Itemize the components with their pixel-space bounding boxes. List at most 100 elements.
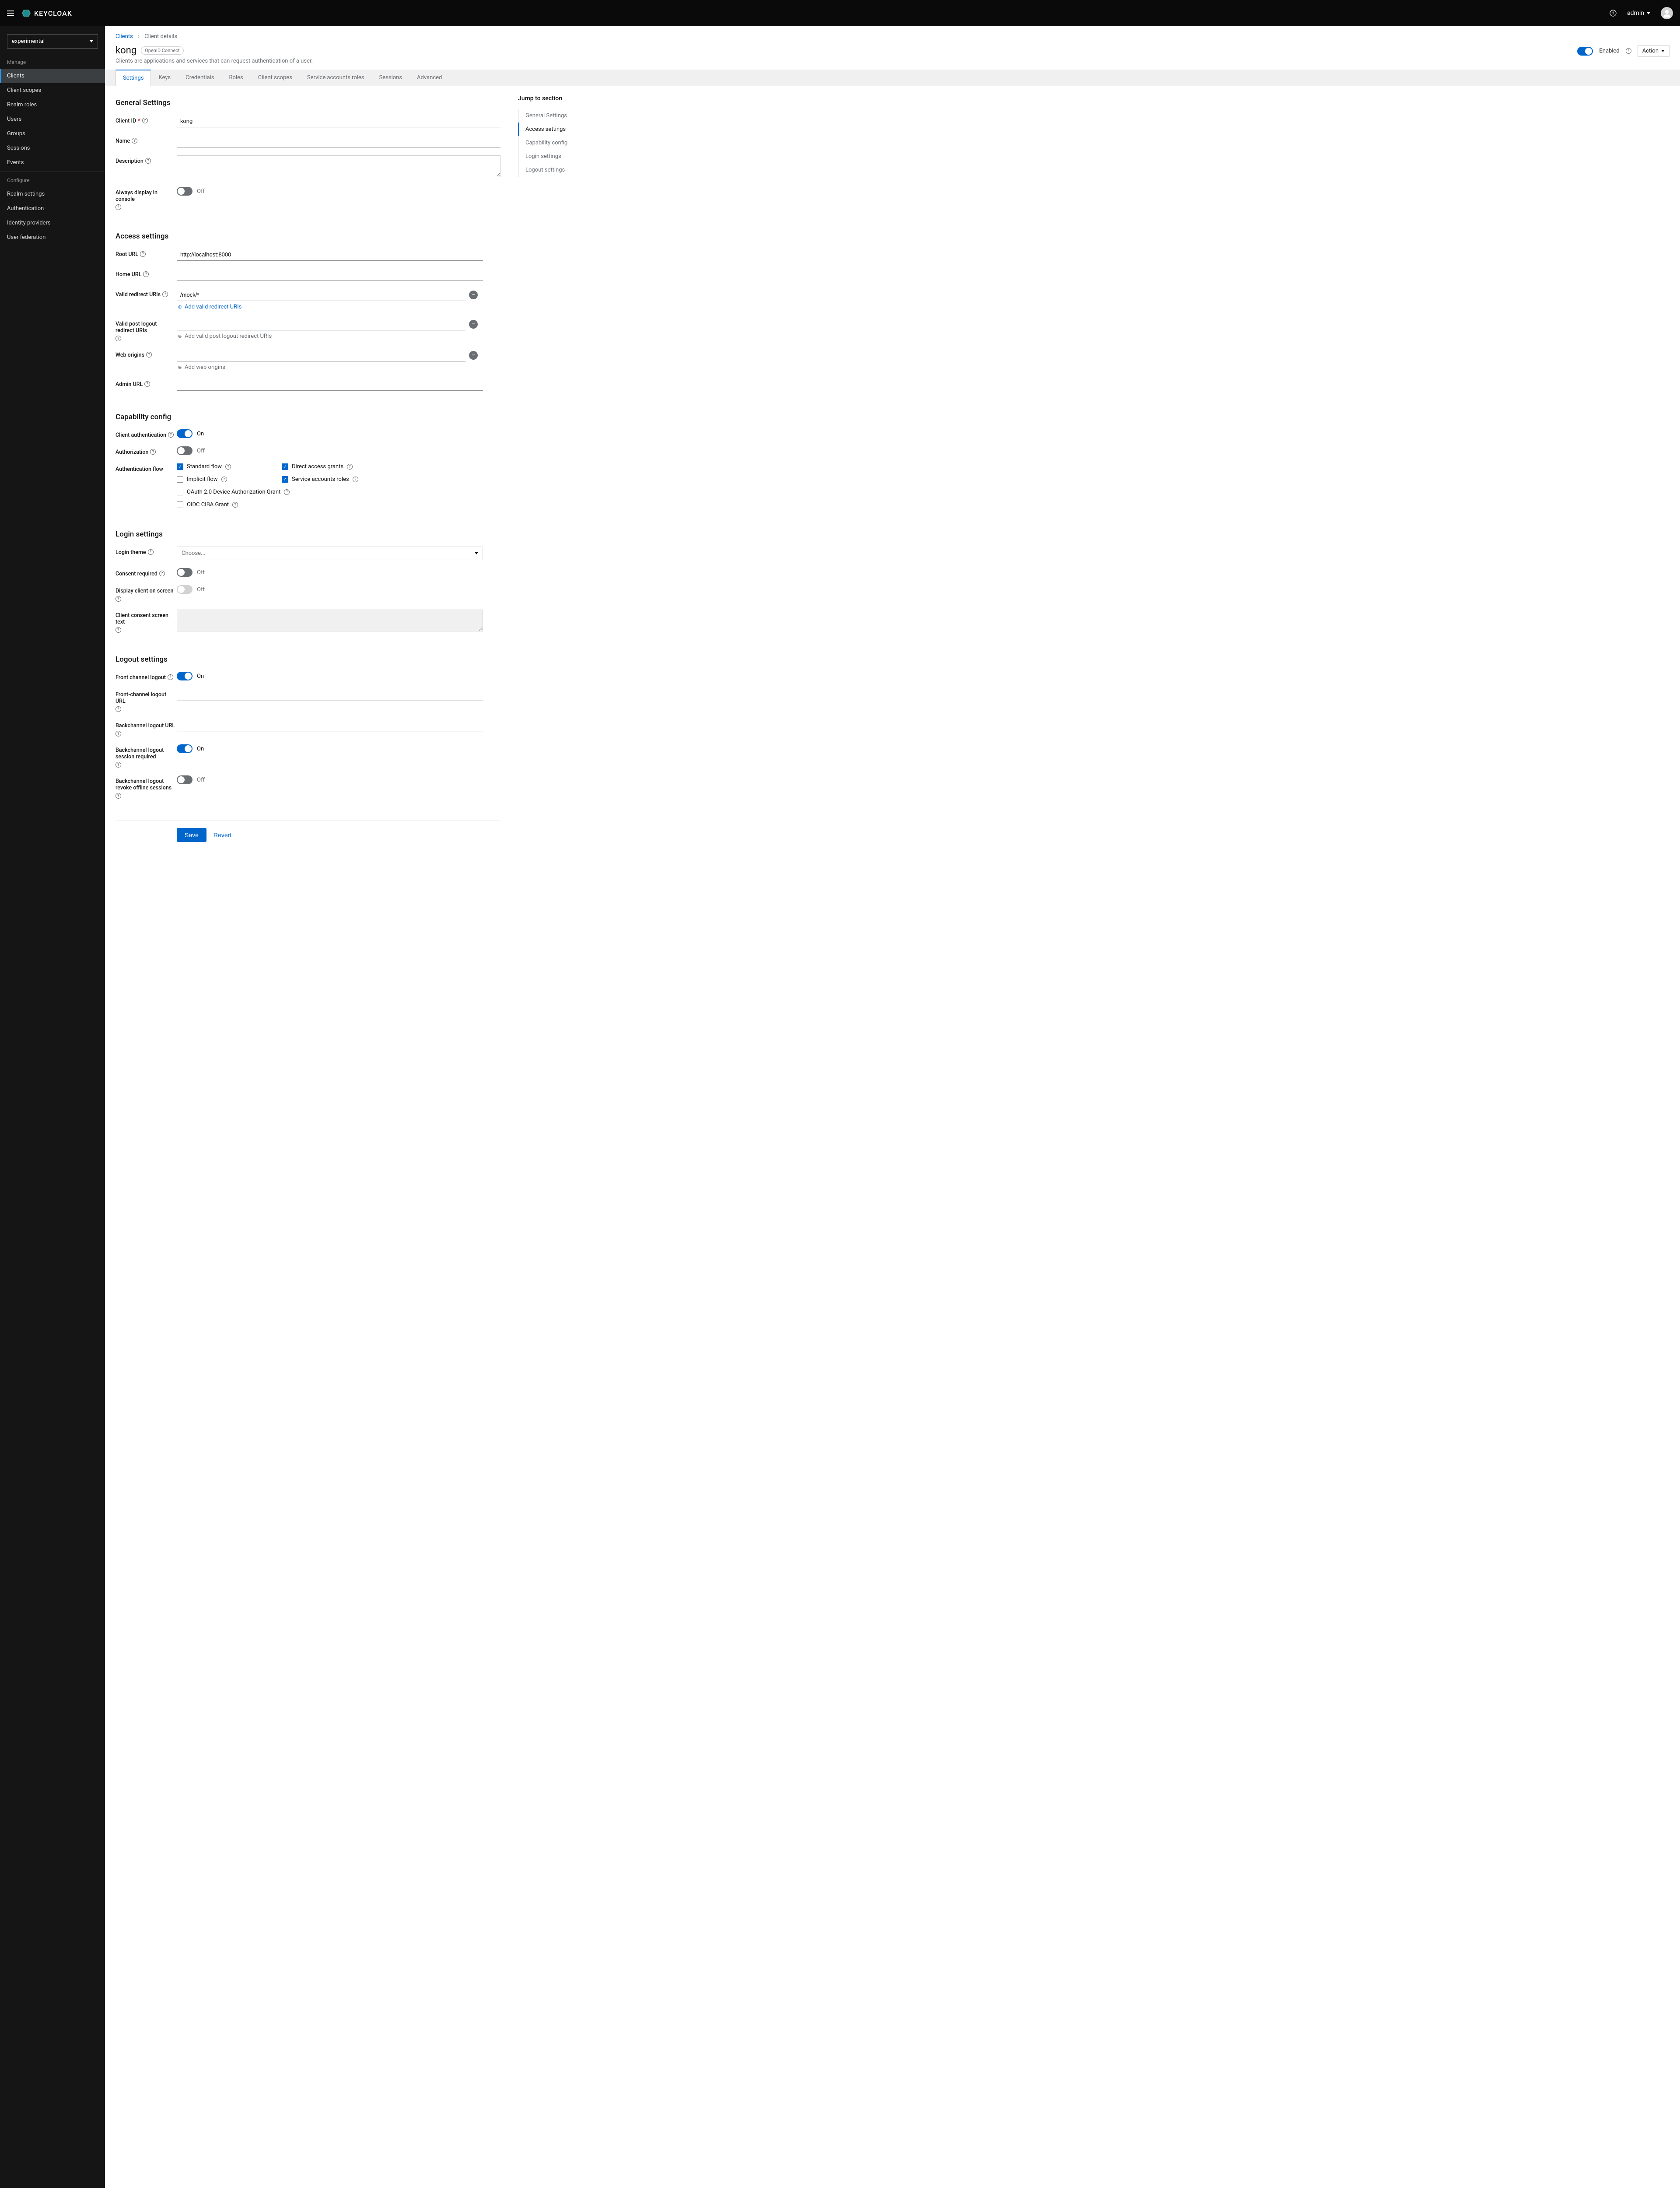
root-url-input[interactable] — [177, 249, 483, 261]
post-logout-uri-input[interactable] — [177, 318, 466, 330]
help-icon[interactable]: ? — [116, 627, 121, 633]
tab-roles[interactable]: Roles — [222, 70, 251, 86]
add-redirect-link[interactable]: ⊕Add valid redirect URIs — [177, 304, 500, 310]
nav-user-federation[interactable]: User federation — [0, 230, 105, 245]
add-web-origins-link[interactable]: ⊕Add web origins — [177, 364, 500, 371]
name-input[interactable] — [177, 135, 500, 147]
nav-groups[interactable]: Groups — [0, 126, 105, 141]
help-icon[interactable]: ? — [148, 549, 154, 555]
realm-selector[interactable]: experimental — [7, 34, 98, 49]
revert-button[interactable]: Revert — [214, 828, 231, 842]
home-url-input[interactable] — [177, 269, 483, 281]
nav-realm-roles[interactable]: Realm roles — [0, 98, 105, 112]
help-icon[interactable]: ? — [146, 352, 152, 358]
tab-service-accounts[interactable]: Service accounts roles — [300, 70, 372, 86]
tab-credentials[interactable]: Credentials — [178, 70, 221, 86]
display-client-toggle[interactable] — [177, 585, 192, 594]
ciba-grant-checkbox[interactable] — [177, 501, 183, 508]
nav-identity-providers[interactable]: Identity providers — [0, 216, 105, 230]
remove-post-logout-button[interactable]: − — [469, 320, 478, 329]
brand-text: KEYCLOAK — [34, 9, 72, 18]
save-button[interactable]: Save — [177, 828, 206, 842]
consent-toggle[interactable] — [177, 568, 192, 577]
help-icon[interactable]: ? — [168, 674, 173, 680]
menu-toggle-icon[interactable] — [7, 11, 14, 16]
backchannel-session-toggle[interactable] — [177, 744, 192, 753]
help-icon[interactable]: ? — [347, 464, 353, 470]
tab-client-scopes[interactable]: Client scopes — [251, 70, 300, 86]
section-title-logout: Logout settings — [116, 655, 500, 664]
tab-settings[interactable]: Settings — [116, 70, 151, 86]
help-icon[interactable]: ? — [116, 762, 121, 768]
nav-authentication[interactable]: Authentication — [0, 201, 105, 216]
enabled-toggle[interactable] — [1577, 47, 1593, 56]
authorization-toggle[interactable] — [177, 446, 192, 455]
jump-logout[interactable]: Logout settings — [518, 163, 606, 177]
front-channel-toggle[interactable] — [177, 672, 192, 680]
service-accounts-checkbox[interactable]: ✓ — [282, 476, 288, 483]
nav-users[interactable]: Users — [0, 112, 105, 126]
top-header: KEYCLOAK ? admin — [0, 0, 1680, 26]
breadcrumb-clients[interactable]: Clients — [116, 33, 133, 40]
help-icon[interactable]: ? — [116, 204, 121, 210]
help-icon[interactable]: ? — [145, 158, 151, 164]
nav-sessions[interactable]: Sessions — [0, 141, 105, 155]
client-auth-toggle[interactable] — [177, 429, 192, 438]
caret-down-icon — [90, 40, 93, 42]
remove-redirect-button[interactable]: − — [469, 291, 478, 299]
help-icon[interactable]: ? — [150, 449, 156, 455]
help-icon[interactable]: ? — [232, 502, 238, 508]
help-icon[interactable]: ? — [116, 706, 121, 712]
help-icon[interactable]: ? — [1626, 48, 1631, 54]
help-icon[interactable]: ? — [225, 464, 231, 470]
add-post-logout-link[interactable]: ⊕Add valid post logout redirect URIs — [177, 333, 500, 340]
redirect-uri-input[interactable] — [177, 289, 466, 301]
help-icon[interactable]: ? — [143, 271, 149, 277]
help-icon[interactable]: ? — [116, 731, 121, 736]
standard-flow-checkbox[interactable]: ✓ — [177, 463, 183, 470]
backchannel-revoke-toggle[interactable] — [177, 775, 192, 784]
device-grant-checkbox[interactable] — [177, 489, 183, 495]
help-icon[interactable]: ? — [353, 477, 358, 482]
jump-login[interactable]: Login settings — [518, 150, 606, 163]
help-icon[interactable]: ? — [1610, 10, 1617, 17]
login-theme-select[interactable]: Choose... — [177, 547, 483, 560]
help-icon[interactable]: ? — [162, 291, 168, 297]
tab-keys[interactable]: Keys — [151, 70, 178, 86]
tab-sessions[interactable]: Sessions — [372, 70, 410, 86]
breadcrumb-current: Client details — [144, 33, 177, 40]
help-icon[interactable]: ? — [140, 251, 146, 257]
help-icon[interactable]: ? — [132, 138, 137, 144]
nav-realm-settings[interactable]: Realm settings — [0, 187, 105, 201]
avatar[interactable] — [1661, 7, 1673, 19]
tab-advanced[interactable]: Advanced — [410, 70, 449, 86]
help-icon[interactable]: ? — [142, 118, 148, 123]
description-input[interactable] — [177, 155, 500, 177]
backchannel-url-input[interactable] — [177, 720, 483, 732]
user-menu[interactable]: admin — [1627, 10, 1650, 17]
client-id-input[interactable] — [177, 115, 500, 127]
help-icon[interactable]: ? — [116, 793, 121, 799]
remove-web-origins-button[interactable]: − — [469, 351, 478, 360]
front-channel-url-input[interactable] — [177, 689, 483, 701]
implicit-flow-checkbox[interactable] — [177, 476, 183, 483]
action-dropdown[interactable]: Action — [1638, 45, 1670, 57]
jump-general[interactable]: General Settings — [518, 109, 606, 123]
direct-access-checkbox[interactable]: ✓ — [282, 463, 288, 470]
help-icon[interactable]: ? — [116, 336, 121, 341]
nav-clients[interactable]: Clients — [0, 69, 105, 83]
jump-access[interactable]: Access settings — [518, 123, 606, 136]
help-icon[interactable]: ? — [221, 477, 227, 482]
help-icon[interactable]: ? — [284, 489, 290, 495]
help-icon[interactable]: ? — [168, 432, 174, 438]
web-origins-input[interactable] — [177, 349, 466, 361]
jump-capability[interactable]: Capability config — [518, 136, 606, 150]
help-icon[interactable]: ? — [116, 596, 121, 602]
admin-url-input[interactable] — [177, 379, 483, 391]
section-general: General Settings Client ID * ? Name ? De… — [116, 98, 500, 210]
help-icon[interactable]: ? — [159, 571, 165, 576]
nav-client-scopes[interactable]: Client scopes — [0, 83, 105, 98]
always-display-toggle[interactable] — [177, 187, 192, 196]
nav-events[interactable]: Events — [0, 155, 105, 170]
help-icon[interactable]: ? — [144, 381, 150, 387]
